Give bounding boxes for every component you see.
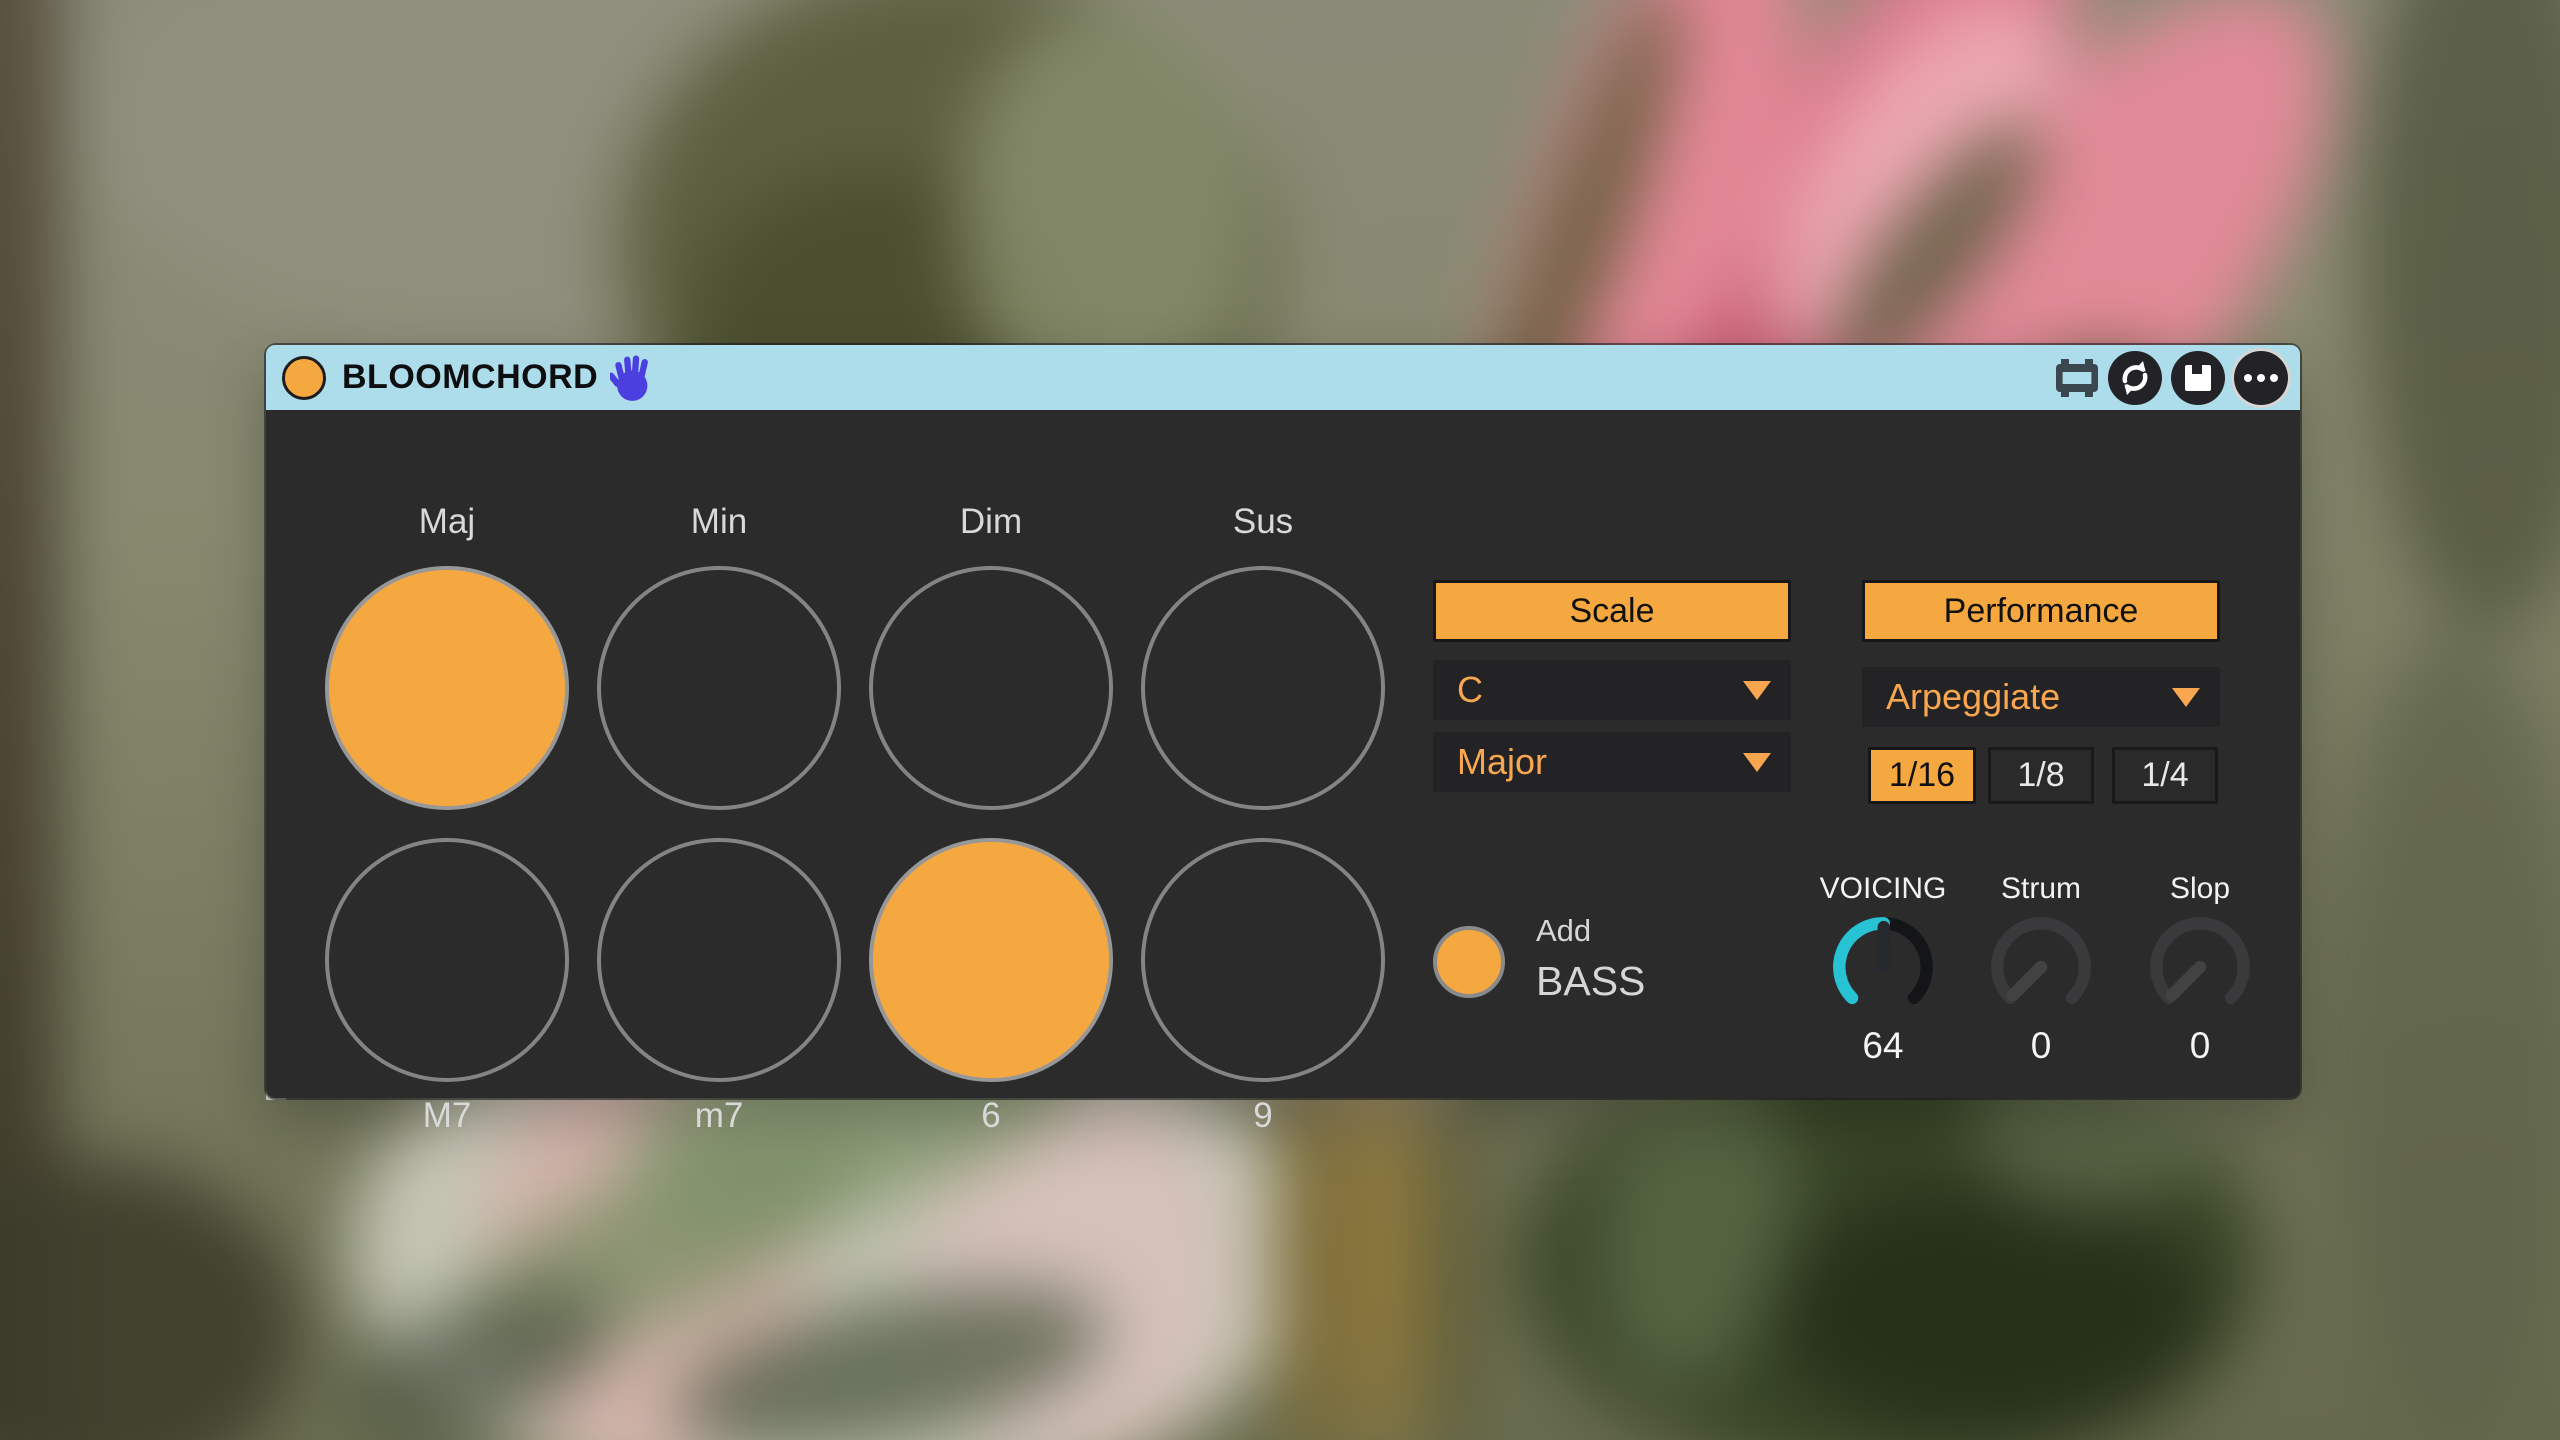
add-bass-label-line2: BASS bbox=[1536, 958, 1646, 1004]
add-bass-label: Add BASS bbox=[1536, 913, 1645, 1005]
chord-pad-maj[interactable] bbox=[325, 566, 569, 810]
chord-pad-min[interactable] bbox=[597, 566, 841, 810]
more-options-icon bbox=[2244, 373, 2278, 382]
chord-label-min: Min bbox=[690, 502, 748, 541]
slop-knob-block: Slop 0 bbox=[2115, 870, 2285, 1067]
rate-button-1-16[interactable]: 1/16 bbox=[1868, 747, 1976, 804]
titlebar-actions bbox=[2055, 350, 2288, 405]
chord-pad-m7min[interactable] bbox=[597, 838, 841, 1082]
scale-mode-value: Major bbox=[1457, 741, 1548, 782]
device-on-toggle[interactable] bbox=[282, 355, 326, 400]
strum-knob[interactable] bbox=[1984, 910, 2098, 1024]
chord-pad-9[interactable] bbox=[1141, 838, 1385, 1082]
chevron-down-icon bbox=[1743, 680, 1771, 700]
slop-knob[interactable] bbox=[2143, 910, 2257, 1024]
chord-label-6: 6 bbox=[981, 1096, 1001, 1135]
add-bass-label-line1: Add bbox=[1536, 913, 1592, 948]
rate-button-1-4[interactable]: 1/4 bbox=[2112, 747, 2218, 804]
scale-root-dropdown[interactable]: C bbox=[1433, 660, 1791, 720]
scale-mode-dropdown[interactable]: Major bbox=[1433, 732, 1791, 792]
save-icon bbox=[2185, 364, 2211, 391]
chord-label-m7min: m7 bbox=[694, 1096, 744, 1135]
device-view-icon[interactable] bbox=[2055, 358, 2099, 398]
performance-mode-value: Arpeggiate bbox=[1886, 676, 2061, 717]
scale-root-value: C bbox=[1457, 669, 1483, 710]
slop-label: Slop bbox=[2169, 872, 2231, 905]
chevron-down-icon bbox=[2172, 687, 2200, 707]
hand-icon bbox=[610, 354, 649, 401]
rate-button-1-8[interactable]: 1/8 bbox=[1988, 747, 2094, 804]
device-titlebar[interactable]: BLOOMCHORD bbox=[266, 345, 2300, 410]
device-panel: Maj Min Dim Sus M7 m7 6 9 Scale C Major … bbox=[266, 410, 2300, 1135]
strum-value: 0 bbox=[2030, 1025, 2052, 1066]
hot-swap-icon bbox=[2122, 360, 2148, 395]
slop-value: 0 bbox=[2189, 1025, 2211, 1066]
save-preset-button[interactable] bbox=[2171, 350, 2225, 405]
device-title: BLOOMCHORD bbox=[342, 358, 599, 396]
chord-pad-6[interactable] bbox=[869, 838, 1113, 1082]
chord-pad-sus[interactable] bbox=[1141, 566, 1385, 810]
strum-knob-block: Strum 0 bbox=[1956, 870, 2126, 1067]
performance-mode-dropdown[interactable]: Arpeggiate bbox=[1862, 667, 2220, 727]
chevron-down-icon bbox=[1743, 752, 1771, 772]
voicing-knob-block: VOICING 64 bbox=[1798, 870, 1968, 1067]
chord-label-9: 9 bbox=[1253, 1096, 1273, 1135]
more-options-button[interactable] bbox=[2234, 350, 2288, 405]
chord-label-dim: Dim bbox=[959, 502, 1023, 541]
add-bass-toggle[interactable] bbox=[1433, 926, 1505, 998]
hot-swap-button[interactable] bbox=[2108, 350, 2162, 405]
chord-pad-m7maj[interactable] bbox=[325, 838, 569, 1082]
chord-label-sus: Sus bbox=[1232, 502, 1294, 541]
strum-label: Strum bbox=[2000, 872, 2081, 905]
voicing-value: 64 bbox=[1862, 1025, 1904, 1066]
scale-header-button[interactable]: Scale bbox=[1433, 580, 1791, 642]
chord-label-maj: Maj bbox=[418, 502, 476, 541]
bloomchord-device: BLOOMCHORD Maj Min Dim Sus M7 m7 6 9 Sca… bbox=[266, 345, 2300, 1135]
voicing-knob[interactable] bbox=[1826, 910, 1940, 1024]
chord-label-m7maj: M7 bbox=[422, 1096, 472, 1135]
voicing-label: VOICING bbox=[1819, 872, 1947, 905]
screen: BLOOMCHORD Maj Min Dim Sus M7 m7 6 9 Sca… bbox=[0, 0, 2560, 1440]
performance-header-button[interactable]: Performance bbox=[1862, 580, 2220, 642]
chord-pad-dim[interactable] bbox=[869, 566, 1113, 810]
